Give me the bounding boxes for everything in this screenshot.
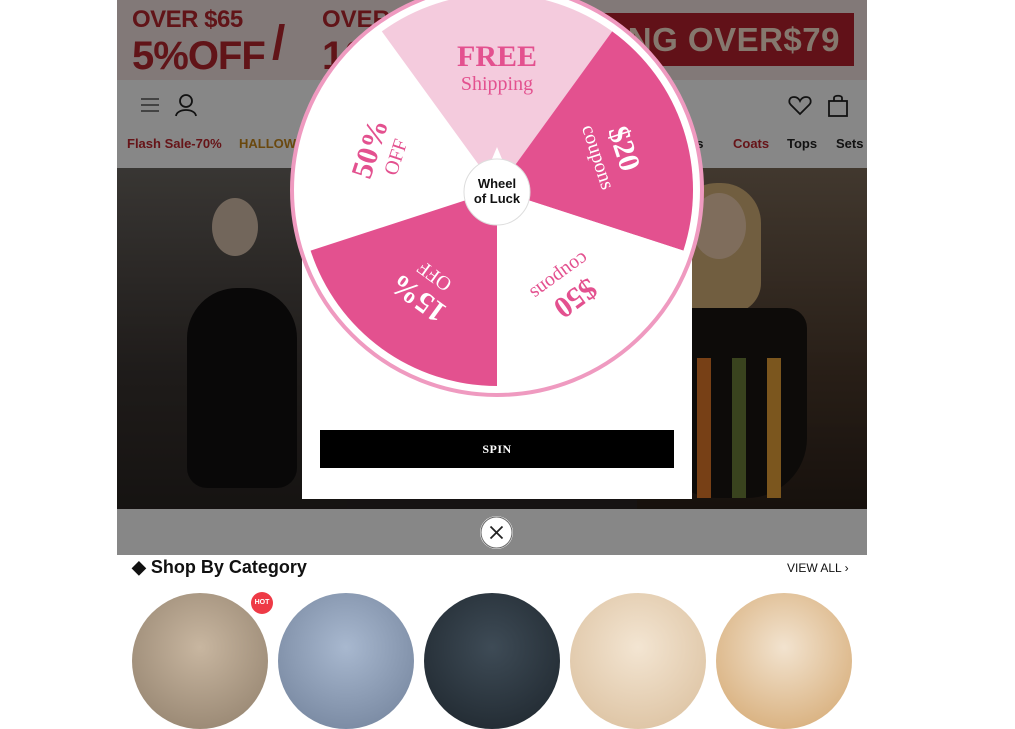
close-modal-button[interactable] — [480, 516, 513, 549]
section-title: ◆ Shop By Category — [132, 557, 307, 578]
spin-button[interactable]: SPIN — [320, 430, 674, 468]
wheel-label-detail: Shipping — [461, 73, 533, 95]
view-all-label: VIEW ALL — [787, 561, 842, 575]
category-item-suits[interactable] — [278, 593, 414, 729]
prize-wheel: 50%OFFFREEShipping$20coupons$50coupons15… — [290, 0, 704, 397]
wheel-center-line1: Wheel — [478, 176, 516, 191]
chevron-right-icon: › — [844, 561, 849, 575]
wheel-label-prize: FREE — [457, 40, 537, 73]
wheel-label-free-shipping: FREEShipping — [457, 40, 537, 95]
hot-badge: HOT — [251, 592, 273, 614]
category-item-maternity[interactable] — [424, 593, 560, 729]
shop-by-category: ◆ Shop By Category VIEW ALL › HOT — [117, 555, 867, 729]
view-all-link[interactable]: VIEW ALL › — [787, 561, 849, 575]
diamond-icon: ◆ — [132, 557, 146, 577]
category-item-accessories[interactable] — [716, 593, 852, 729]
wheel-center-line2: of Luck — [474, 191, 521, 206]
section-title-text: Shop By Category — [150, 557, 307, 577]
category-item-gowns[interactable] — [132, 593, 268, 729]
category-item-jumpsuits[interactable] — [570, 593, 706, 729]
